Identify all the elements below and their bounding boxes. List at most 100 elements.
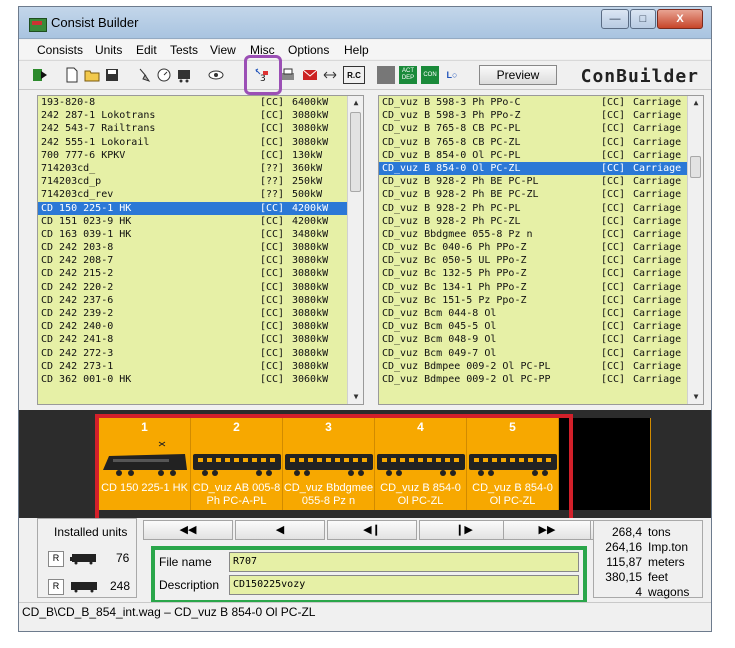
loco-row[interactable]: CD 242 241-8 [CC] 3080kW — [38, 333, 363, 346]
broom-icon[interactable] — [135, 66, 153, 84]
stat-value: 268,4 — [611, 525, 642, 539]
wagon-icon[interactable] — [175, 66, 193, 84]
locomotive-list[interactable]: 193-820-8 [CC] 6400kW 242 287-1 Lokotrans [C… — [37, 95, 364, 405]
maximize-button[interactable]: □ — [630, 9, 656, 29]
loco-row[interactable]: 193-820-8 [CC] 6400kW — [38, 96, 363, 109]
loco-name: 714203cd_rev — [41, 189, 114, 201]
carriage-type: Carriage — [633, 255, 682, 267]
mail-icon[interactable] — [301, 66, 319, 84]
carriage-cc: [CC] — [601, 373, 626, 385]
carriage-cc: [CC] — [601, 97, 626, 108]
carriage-row[interactable]: CD_vuz Bcm 048-9 Ol [CC] Carriage — [379, 333, 703, 346]
loco-row[interactable]: CD 242 215-2 [CC] 3080kW — [38, 267, 363, 280]
reverse-car-button[interactable]: R — [48, 579, 64, 595]
lc-icon[interactable]: L○ — [443, 66, 461, 84]
carriage-row[interactable]: CD_vuz B 765-8 CB PC-PL [CC] Carriage — [379, 122, 703, 135]
loco-row[interactable]: 714203cd_p [??] 250kW — [38, 175, 363, 188]
act-dep-icon[interactable]: ACT DEP — [399, 66, 417, 84]
loco-row[interactable]: 714203cd_rev [??] 500kW — [38, 188, 363, 201]
carriage-row[interactable]: CD_vuz Bcm 044-8 Ol [CC] Carriage — [379, 307, 703, 320]
carriage-row[interactable]: CD_vuz B 854-0 Ol PC-PL [CC] Carriage — [379, 149, 703, 162]
minimize-button[interactable]: — — [601, 9, 629, 29]
carriage-row[interactable]: CD_vuz B 928-2 Ph BE PC-ZL [CC] Carriage — [379, 188, 703, 201]
close-button[interactable]: X — [657, 9, 703, 29]
loco-row[interactable]: 242 555-1 Lokorail [CC] 3080kW — [38, 136, 363, 149]
nav-next-page-button[interactable]: ❙▶ — [419, 520, 509, 540]
rc-button[interactable]: R.C — [343, 66, 365, 84]
menu-options[interactable]: Options — [288, 43, 329, 57]
preview-button[interactable]: Preview — [479, 65, 557, 85]
scroll-down-icon[interactable]: ▼ — [688, 390, 703, 404]
loco-row[interactable]: CD 150 225-1 HK [CC] 4200kW — [38, 201, 363, 215]
nav-first-button[interactable]: ◀◀ — [143, 520, 233, 540]
open-folder-icon[interactable] — [83, 66, 101, 84]
loco-row[interactable]: CD 242 240-0 [CC] 3080kW — [38, 320, 363, 333]
loco-row[interactable]: 700 777-6 KPKV [CC] 130kW — [38, 149, 363, 162]
scroll-up-icon[interactable]: ▲ — [688, 96, 703, 110]
carriage-row[interactable]: CD_vuz B 928-2 Ph PC-PL [CC] Carriage — [379, 202, 703, 215]
loco-row[interactable]: 714203cd_ [??] 360kW — [38, 162, 363, 175]
new-file-icon[interactable] — [63, 66, 81, 84]
loco-cc: [CC] — [260, 281, 285, 293]
loco-row[interactable]: CD 151 023-9 HK [CC] 4200kW — [38, 215, 363, 228]
carriage-row[interactable]: CD_vuz Bc 132-5 Ph PPo-Z [CC] Carriage — [379, 267, 703, 280]
carriage-row[interactable]: CD_vuz B 598-3 Ph PPo-C [CC] Carriage — [379, 96, 703, 109]
carriage-row[interactable]: CD_vuz B 928-2 Ph PC-ZL [CC] Carriage — [379, 215, 703, 228]
reverse-arrows-icon[interactable] — [321, 66, 339, 84]
menu-edit[interactable]: Edit — [136, 43, 157, 57]
loco-row[interactable]: 242 287-1 Lokotrans [CC] 3080kW — [38, 109, 363, 122]
menu-help[interactable]: Help — [344, 43, 369, 57]
scroll-thumb[interactable] — [350, 112, 361, 192]
carriage-row[interactable]: CD_vuz B 928-2 Ph BE PC-PL [CC] Carriage — [379, 175, 703, 188]
con-icon[interactable]: CON — [421, 66, 439, 84]
nav-prev-page-button[interactable]: ◀❙ — [327, 520, 417, 540]
loco-row[interactable]: CD 242 239-2 [CC] 3080kW — [38, 307, 363, 320]
carriage-cc: [CC] — [601, 162, 626, 174]
carriage-row[interactable]: CD_vuz Bc 151-5 Pz Ppo-Z [CC] Carriage — [379, 294, 703, 307]
loco-row[interactable]: CD 163 039-1 HK [CC] 3480kW — [38, 228, 363, 241]
gauge-icon[interactable] — [155, 66, 173, 84]
right-scrollbar[interactable]: ▲ ▼ — [687, 96, 703, 404]
save-icon[interactable] — [103, 66, 121, 84]
carriage-row[interactable]: CD_vuz Bcm 049-7 Ol [CC] Carriage — [379, 347, 703, 360]
carriage-name: CD_vuz Bcm 044-8 Ol — [382, 308, 497, 319]
title-bar[interactable]: Consist Builder — □ X — [19, 7, 711, 39]
scroll-thumb[interactable] — [690, 156, 701, 178]
carriage-row[interactable]: CD_vuz Bc 050-5 UL PPo-Z [CC] Carriage — [379, 254, 703, 267]
carriage-list[interactable]: CD_vuz B 598-3 Ph PPo-C [CC] Carriage CD_vu… — [378, 95, 704, 405]
loco-row[interactable]: CD 242 220-2 [CC] 3080kW — [38, 281, 363, 294]
carriage-type: Carriage — [633, 294, 682, 306]
reverse-loco-button[interactable]: R — [48, 551, 64, 567]
left-scrollbar[interactable]: ▲ ▼ — [347, 96, 363, 404]
menu-units[interactable]: Units — [95, 43, 122, 57]
scroll-up-icon[interactable]: ▲ — [348, 96, 363, 110]
menu-view[interactable]: View — [210, 43, 236, 57]
carriage-name: CD_vuz Bdmpee 009-2 Ol PC-PP — [382, 373, 551, 385]
carriage-name: CD_vuz Bc 050-5 UL PPo-Z — [382, 255, 527, 267]
carriage-row[interactable]: CD_vuz Bcm 045-5 Ol [CC] Carriage — [379, 320, 703, 333]
nav-prev-button[interactable]: ◀ — [235, 520, 325, 540]
loco-row[interactable]: CD 242 237-6 [CC] 3080kW — [38, 294, 363, 307]
loco-row[interactable]: CD 242 273-1 [CC] 3080kW — [38, 360, 363, 373]
carriage-row[interactable]: CD_vuz B 765-8 CB PC-ZL [CC] Carriage — [379, 136, 703, 149]
loco-row[interactable]: CD 242 208-7 [CC] 3080kW — [38, 254, 363, 267]
eye-icon[interactable] — [207, 66, 225, 84]
carriage-row[interactable]: CD_vuz Bdmpee 009-2 Ol PC-PP [CC] Carriage — [379, 373, 703, 386]
exit-icon[interactable] — [31, 66, 49, 84]
gray-block-icon[interactable] — [377, 66, 395, 84]
carriage-row[interactable]: CD_vuz Bc 040-6 Ph PPo-Z [CC] Carriage — [379, 241, 703, 254]
loco-row[interactable]: CD 362 001-0 HK [CC] 3060kW — [38, 373, 363, 386]
carriage-row[interactable]: CD_vuz Bc 134-1 Ph PPo-Z [CC] Carriage — [379, 281, 703, 294]
menu-consists[interactable]: Consists — [37, 43, 83, 57]
carriage-row[interactable]: CD_vuz Bbdgmee 055-8 Pz n [CC] Carriage — [379, 228, 703, 241]
carriage-row[interactable]: CD_vuz Bdmpee 009-2 Ol PC-PL [CC] Carriage — [379, 360, 703, 373]
menu-tests[interactable]: Tests — [170, 43, 198, 57]
nav-last-button[interactable]: ▶▶ — [503, 520, 591, 540]
carriage-row[interactable]: CD_vuz B 598-3 Ph PPo-Z [CC] Carriage — [379, 109, 703, 122]
carriage-row[interactable]: CD_vuz B 854-0 Ol PC-ZL [CC] Carriage — [379, 161, 703, 176]
brand-logo: ConBuilder — [580, 66, 699, 87]
scroll-down-icon[interactable]: ▼ — [348, 390, 363, 404]
loco-row[interactable]: CD 242 203-8 [CC] 3080kW — [38, 241, 363, 254]
loco-row[interactable]: CD 242 272-3 [CC] 3080kW — [38, 347, 363, 360]
loco-row[interactable]: 242 543-7 Railtrans [CC] 3080kW — [38, 122, 363, 135]
